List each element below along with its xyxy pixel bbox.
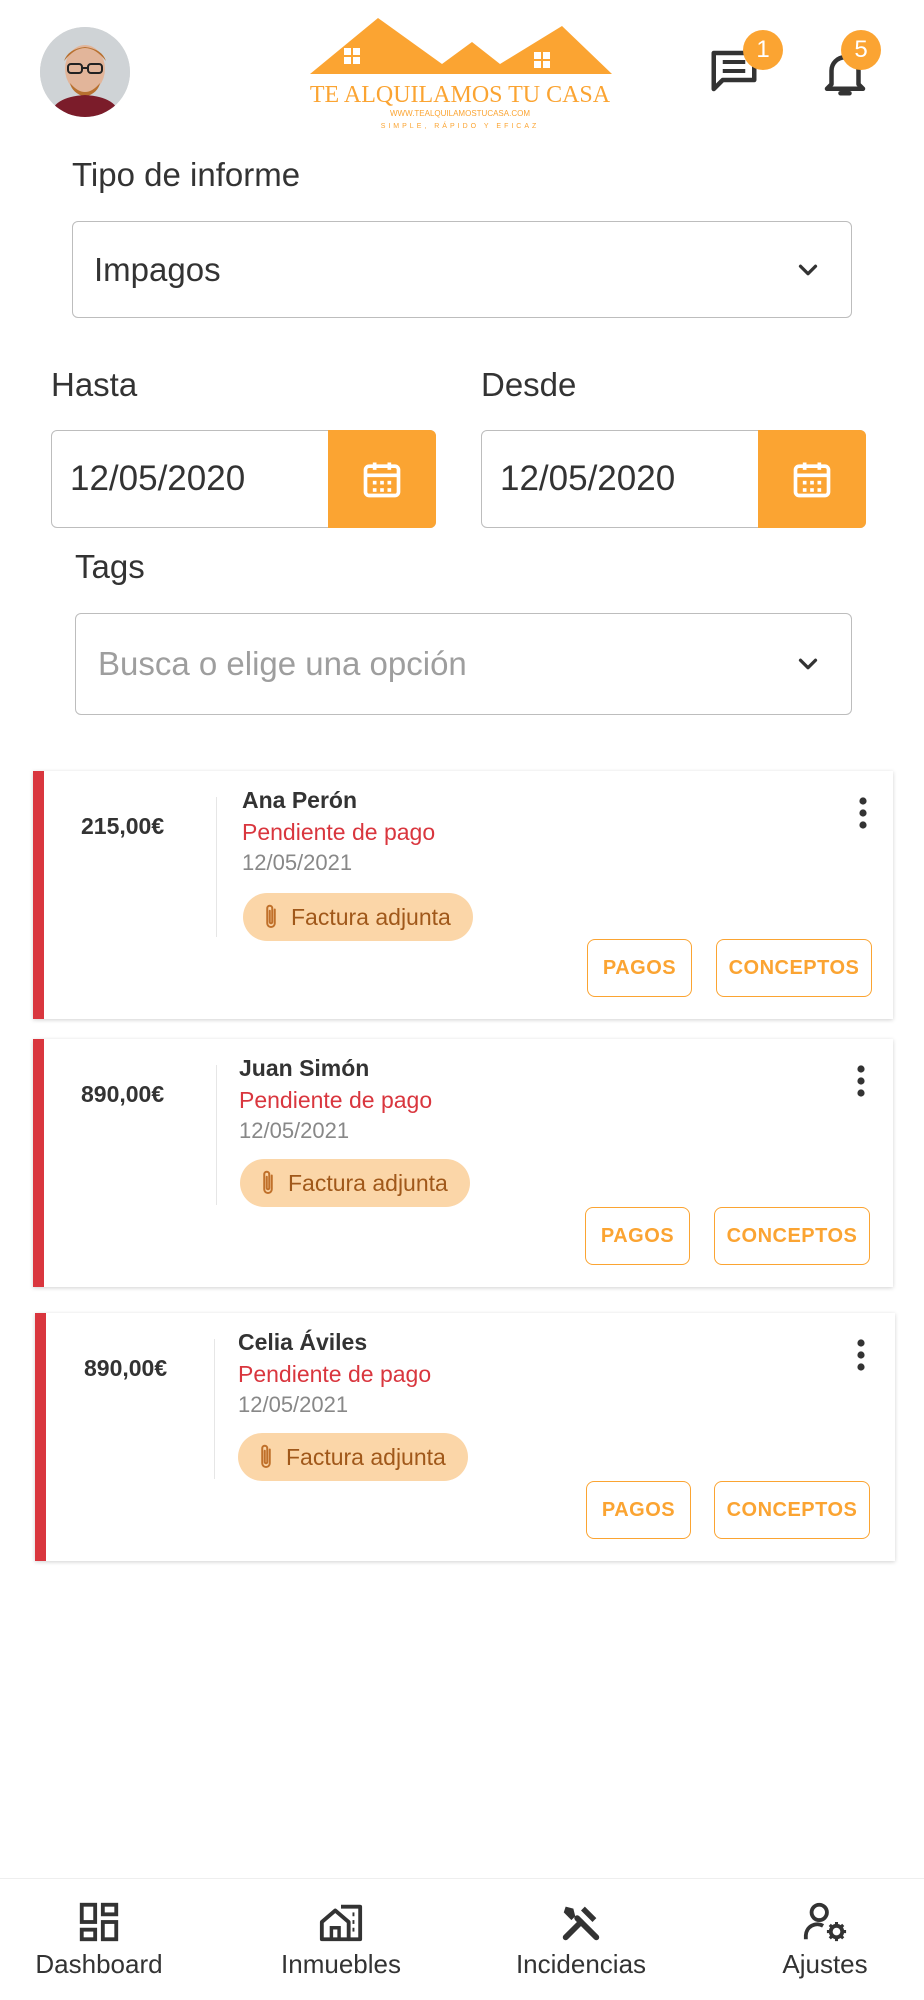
nav-label-incidencias: Incidencias	[515, 1949, 647, 1979]
more-options-icon[interactable]	[849, 1337, 873, 1373]
logo-url: WWW.TEALQUILAMOSTUCASA.COM	[390, 109, 530, 118]
tenant-name: Ana Perón	[242, 787, 358, 813]
nav-item-inmuebles[interactable]: Inmuebles	[262, 1879, 420, 2000]
paperclip-icon	[263, 1170, 273, 1194]
payment-status: Pendiente de pago	[242, 819, 436, 845]
tools-icon	[562, 1906, 600, 1941]
calendar-icon	[363, 462, 401, 498]
chevron-down-icon	[798, 658, 818, 670]
dashboard-icon	[79, 1902, 119, 1942]
invoice-card[interactable]: 215,00€ Ana Perón Pendiente de pago 12/0…	[33, 771, 893, 1019]
bottom-navigation: Dashboard Inmuebles Incidencias Ajustes	[0, 1878, 924, 2000]
nav-label-inmuebles: Inmuebles	[281, 1949, 401, 1979]
user-settings-icon	[803, 1902, 847, 1942]
chevron-down-icon	[798, 264, 818, 275]
payments-button[interactable]: PAGOS	[586, 1481, 691, 1539]
divider	[214, 1339, 215, 1479]
avatar[interactable]	[40, 27, 130, 117]
invoice-date: 12/05/2021	[242, 850, 353, 875]
attachment-chip[interactable]: Factura adjunta	[243, 893, 473, 941]
logo-tagline: SIMPLE, RÁPIDO Y EFICAZ	[381, 121, 540, 130]
invoice-card[interactable]: 890,00€ Celia Áviles Pendiente de pago 1…	[35, 1313, 895, 1561]
until-date-field[interactable]: 12/05/2020	[51, 430, 436, 528]
invoice-amount: 890,00€	[84, 1355, 168, 1381]
invoice-card[interactable]: 890,00€ Juan Simón Pendiente de pago 12/…	[33, 1039, 893, 1287]
paperclip-icon	[261, 1444, 271, 1468]
logo-title: TE ALQUILAMOS TU CASA	[310, 82, 611, 108]
tags-label: Tags	[75, 548, 145, 585]
until-calendar-button[interactable]	[328, 430, 436, 528]
tenant-name: Celia Áviles	[238, 1329, 368, 1355]
report-type-label: Tipo de informe	[72, 156, 301, 193]
messages-badge: 1	[743, 30, 783, 70]
from-calendar-button[interactable]	[758, 430, 866, 528]
payment-status: Pendiente de pago	[238, 1361, 432, 1387]
report-type-value: Impagos	[94, 250, 221, 288]
invoice-date: 12/05/2021	[239, 1118, 350, 1143]
attachment-label: Factura adjunta	[291, 903, 451, 930]
divider	[216, 1065, 217, 1205]
attachment-chip[interactable]: Factura adjunta	[238, 1433, 468, 1481]
concepts-button[interactable]: CONCEPTOS	[714, 1481, 870, 1539]
concepts-button[interactable]: CONCEPTOS	[716, 939, 872, 997]
more-options-icon[interactable]	[851, 795, 875, 831]
invoice-amount: 890,00€	[81, 1081, 165, 1107]
notifications-badge: 5	[841, 30, 881, 70]
concepts-button[interactable]: CONCEPTOS	[714, 1207, 870, 1265]
company-logo: TE ALQUILAMOS TU CASA WWW.TEALQUILAMOSTU…	[300, 12, 620, 130]
until-date-value: 12/05/2020	[70, 459, 246, 498]
from-date-field[interactable]: 12/05/2020	[481, 430, 866, 528]
nav-item-ajustes[interactable]: Ajustes	[746, 1879, 904, 2000]
attachment-label: Factura adjunta	[288, 1169, 448, 1196]
invoice-date: 12/05/2021	[238, 1392, 349, 1417]
nav-label-dashboard: Dashboard	[35, 1949, 163, 1979]
attachment-chip[interactable]: Factura adjunta	[240, 1159, 470, 1207]
nav-item-dashboard[interactable]: Dashboard	[20, 1879, 178, 2000]
calendar-icon	[793, 462, 831, 498]
from-date-value: 12/05/2020	[500, 459, 676, 498]
tags-placeholder: Busca o elige una opción	[98, 645, 467, 682]
tags-select[interactable]: Busca o elige una opción	[75, 613, 852, 715]
from-label: Desde	[481, 366, 577, 403]
paperclip-icon	[266, 904, 276, 928]
payments-button[interactable]: PAGOS	[587, 939, 692, 997]
divider	[216, 797, 217, 937]
attachment-label: Factura adjunta	[286, 1443, 446, 1470]
tenant-name: Juan Simón	[239, 1055, 370, 1081]
building-icon	[319, 1904, 363, 1942]
invoice-amount: 215,00€	[81, 813, 165, 839]
payment-status: Pendiente de pago	[239, 1087, 433, 1113]
nav-item-incidencias[interactable]: Incidencias	[502, 1879, 660, 2000]
report-type-select[interactable]: Impagos	[72, 221, 852, 318]
until-label: Hasta	[51, 366, 138, 403]
payments-button[interactable]: PAGOS	[585, 1207, 690, 1265]
more-options-icon[interactable]	[849, 1063, 873, 1099]
nav-label-ajustes: Ajustes	[782, 1949, 868, 1979]
